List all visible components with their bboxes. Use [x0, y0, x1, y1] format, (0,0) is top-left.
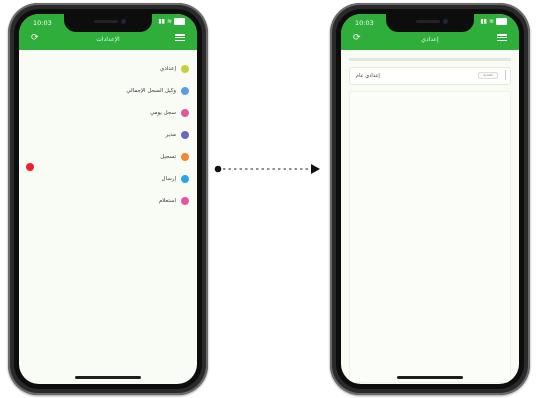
menu-item-register[interactable]: تسجيل	[19, 146, 197, 168]
menu-item-label: استعلام	[158, 198, 176, 204]
flow-arrow	[214, 164, 320, 174]
calendar-icon	[181, 109, 189, 117]
signal-icon: ▮▮	[480, 18, 487, 25]
signal-icon: ▮▮	[158, 18, 165, 25]
settings-icon	[181, 65, 189, 73]
notch	[64, 14, 152, 32]
menu-item-agent-log[interactable]: وكيل السجل الإجمالي	[19, 80, 197, 102]
menu-item-label: تسجيل	[160, 154, 176, 160]
settings-menu: إعدادي وكيل السجل الإجمالي سجل يومي مدير…	[19, 58, 197, 212]
wifi-icon: ≋	[166, 18, 172, 25]
left-screen: 10:03 ▮▮ ≋ ⟳ الإعدادات إعدادي وكيل السجل…	[19, 14, 197, 384]
battery-icon	[174, 18, 185, 25]
divider	[349, 58, 511, 61]
menu-item-query[interactable]: استعلام	[19, 190, 197, 212]
menu-item-label: إرسال	[161, 176, 176, 182]
menu-item-label: وكيل السجل الإجمالي	[126, 88, 176, 94]
status-time: 10:03	[355, 19, 374, 27]
menu-icon[interactable]	[175, 34, 185, 41]
content-panel	[349, 91, 511, 383]
right-screen: 10:03 ▮▮ ≋ ⟳ إعدادي إعدادي عام تحديد	[341, 14, 519, 384]
page-title: الإعدادات	[96, 36, 120, 43]
send-icon	[181, 175, 189, 183]
wifi-icon: ≋	[488, 18, 494, 25]
status-icons: ▮▮ ≋	[480, 18, 507, 25]
menu-item-settings[interactable]: إعدادي	[19, 58, 197, 80]
field-scrollbar[interactable]	[504, 70, 506, 80]
phone-right: 10:03 ▮▮ ≋ ⟳ إعدادي إعدادي عام تحديد	[330, 3, 530, 395]
speaker	[416, 20, 440, 23]
register-icon	[181, 153, 189, 161]
field-select[interactable]: تحديد	[477, 72, 498, 79]
phone-left: 10:03 ▮▮ ≋ ⟳ الإعدادات إعدادي وكيل السجل…	[8, 3, 208, 395]
field-label: إعدادي عام	[356, 73, 380, 79]
query-icon	[181, 197, 189, 205]
notification-dot	[26, 163, 34, 171]
menu-item-label: سجل يومي	[150, 110, 176, 116]
menu-item-send[interactable]: إرسال	[19, 168, 197, 190]
menu-item-daily-log[interactable]: سجل يومي	[19, 102, 197, 124]
speaker	[94, 20, 118, 23]
menu-item-label: مدير	[165, 132, 176, 138]
battery-icon	[496, 18, 507, 25]
notch	[386, 14, 474, 32]
settings-content: إعدادي عام تحديد	[349, 58, 511, 383]
menu-icon[interactable]	[497, 34, 507, 41]
menu-item-manager[interactable]: مدير	[19, 124, 197, 146]
page-title: إعدادي	[421, 36, 439, 43]
status-icons: ▮▮ ≋	[158, 18, 185, 25]
menu-item-label: إعدادي	[160, 66, 176, 72]
general-settings-field[interactable]: إعدادي عام تحديد	[349, 67, 511, 85]
home-indicator[interactable]	[75, 376, 141, 379]
camera-icon	[121, 19, 126, 24]
agent-icon	[181, 87, 189, 95]
user-icon	[181, 131, 189, 139]
camera-icon	[443, 19, 448, 24]
status-time: 10:03	[33, 19, 52, 27]
home-indicator[interactable]	[397, 376, 463, 379]
